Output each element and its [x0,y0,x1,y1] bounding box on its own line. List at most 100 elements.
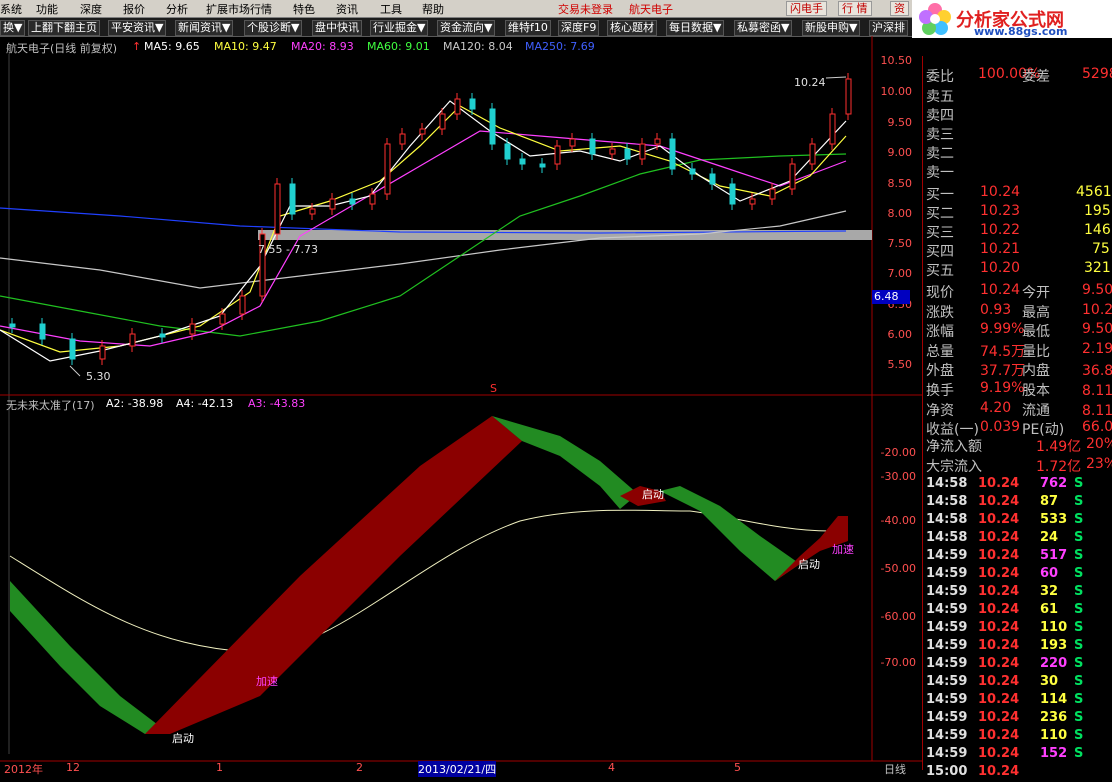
tick-row: 14:59 10.24 110 S [922,728,1112,746]
flash-trade-button[interactable]: 闪电手 [786,1,827,16]
band-green-2 [492,416,638,509]
tb-ranking[interactable]: 沪深排 [869,20,908,36]
tb-daily-data[interactable]: 每日数据▼ [666,20,725,36]
login-status[interactable]: 交易未登录 [558,1,613,17]
tb-page-nav[interactable]: 上翻下翻主页 [28,20,100,36]
tick-row: 14:58 10.24 762 S [922,476,1112,494]
tick-time: 14:59 [926,620,968,635]
tb-flash-news[interactable]: 盘中快讯 [312,20,362,36]
tick-side: S [1074,476,1084,491]
tick-time: 14:59 [926,566,968,581]
menu-analysis[interactable]: 分析 [166,1,188,17]
weibi-label: 委比 [926,69,954,85]
ma60-line [0,153,847,337]
candle-body [569,138,576,147]
stat-label: 换手 [926,383,954,399]
tb-ipo[interactable]: 新股申购▼ [802,20,861,36]
candle-body [39,323,46,340]
menu-system[interactable]: 系统 [0,1,22,17]
candle-body [539,163,546,168]
candle-body [454,98,461,115]
menu-features[interactable]: 特色 [293,1,315,17]
bid-price: 10.20 [980,260,1021,276]
stat-label: 总量 [926,343,954,360]
candle-body [689,168,696,175]
tb-switch[interactable]: 换▼ [0,20,26,36]
tick-row: 14:59 10.24 114 S [922,692,1112,710]
tick-side: S [1074,584,1084,599]
title-stock-name: 航天电子 [629,3,673,16]
price-tick: 7.50 [887,237,913,250]
tb-capital-flow[interactable]: 资金流向▼ [437,20,496,36]
quote-button[interactable]: 行 情 [838,1,872,16]
tb-pingan-news[interactable]: 平安资讯▼ [108,20,167,36]
candle-body [609,148,616,155]
tb-f10[interactable]: 维特f10 [505,20,551,36]
tick-row: 14:59 10.24 32 S [922,584,1112,602]
tick-price: 10.24 [978,620,1020,635]
ask-label: 卖五 [926,89,954,105]
candle-body [624,148,631,160]
bid-volume: 75 [1092,241,1110,257]
tick-time: 14:59 [926,602,968,617]
indicator-a4: A4: -42.13 [176,397,234,410]
tb-news[interactable]: 新闻资讯▼ [175,20,234,36]
tb-depth-f9[interactable]: 深度F9 [558,20,600,36]
tick-time: 14:58 [926,512,968,527]
candle-body [189,323,196,335]
tick-price: 10.24 [978,476,1020,491]
candle-body [349,198,356,205]
menu-depth[interactable]: 深度 [80,1,102,17]
stat-row: 涨幅 9.99% 最低 9.50 [922,321,1112,341]
menu-help[interactable]: 帮助 [422,1,444,17]
menu-quote[interactable]: 报价 [123,1,145,17]
flow-row: 净流入额 1.49亿 20% [922,436,1112,455]
menu-extended-market[interactable]: 扩展市场行情 [206,1,272,17]
candle-body [439,113,446,130]
bid-label: 买三 [926,225,954,241]
indicator-tick: -20.00 [880,446,916,459]
tb-private-letter[interactable]: 私募密函▼ [734,20,793,36]
tick-time: 14:59 [926,692,968,707]
flow-pct: 23% [1086,456,1112,472]
start-label-1: 启动 [172,732,194,745]
tick-price: 10.24 [978,494,1020,509]
menu-news[interactable]: 资讯 [336,1,358,17]
candle-body [749,198,756,205]
info-button[interactable]: 资 [890,1,909,16]
stat-label: 股本 [1022,383,1050,399]
x-tick: 5 [734,761,741,774]
stat-row: 外盘 37.7万内盘 36.8万 [922,360,1112,380]
stat-label: 内盘 [1022,363,1050,380]
menu-function[interactable]: 功能 [36,1,58,17]
stat-value: 9.19% [980,380,1025,396]
menu-tools[interactable]: 工具 [380,1,402,17]
x-tick: 2 [356,761,363,774]
tick-side: S [1074,602,1084,617]
price-tick: 10.50 [880,54,913,67]
bid-label: 买五 [926,263,954,279]
stat-label: 最低 [1022,324,1050,341]
x-tick: 12 [66,761,80,774]
tick-side: S [1074,566,1084,581]
tick-volume: 32 [1040,584,1059,599]
ma120-line [0,210,847,289]
price-tick: 9.50 [887,116,913,129]
candle-body [729,183,736,205]
candle-body [504,143,511,160]
tb-core-theme[interactable]: 核心题材 [607,20,657,36]
indicator-a2: A2: -38.98 [106,397,164,410]
tick-row: 14:59 10.24 30 S [922,674,1112,692]
tb-stock-diagnosis[interactable]: 个股诊断▼ [244,20,303,36]
ma10-line [0,105,847,353]
price-tick: 6.00 [887,328,913,341]
price-tick: 10.00 [880,85,913,98]
candle-body [159,333,166,338]
candle-body [845,78,852,115]
stat-value: 9.50 [1082,282,1112,298]
tick-time: 14:59 [926,746,968,761]
price-tick: 7.00 [887,267,913,280]
candle-body [489,108,496,145]
tb-industry[interactable]: 行业掘金▼ [370,20,429,36]
stat-value: 36.8万 [1082,363,1112,380]
